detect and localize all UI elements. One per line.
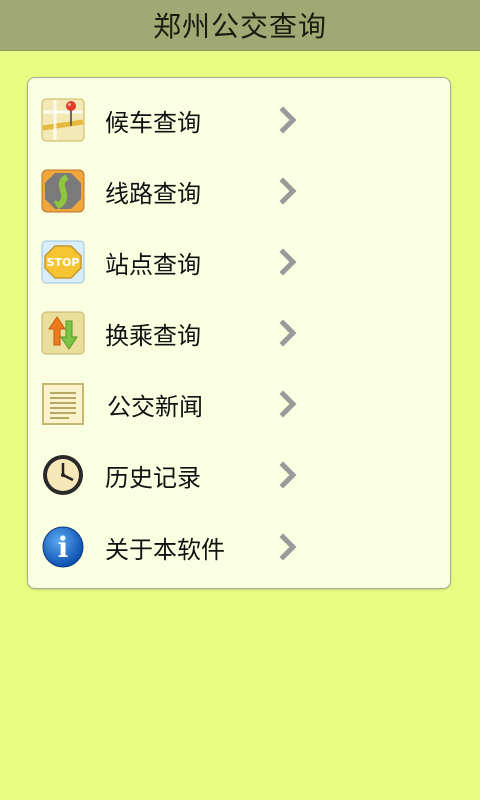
menu-item-label: 线路查询 [105, 179, 201, 208]
menu-item-label: 关于本软件 [105, 535, 225, 564]
chevron-right-icon [279, 533, 297, 561]
menu-item-label: 公交新闻 [107, 392, 203, 421]
menu-item-route-query[interactable]: 线路查询 [28, 161, 450, 221]
menu-item-history[interactable]: 历史记录 [28, 445, 450, 505]
chevron-right-icon [279, 106, 297, 134]
menu-item-wait-query[interactable]: 候车查询 [28, 90, 450, 150]
main-menu: 候车查询 线路查询 STOP 站点查询 换乘查询 公交新闻 历史记录 i 关于本… [27, 77, 451, 589]
chevron-right-icon [279, 390, 297, 418]
menu-item-label: 历史记录 [105, 463, 201, 492]
app-title: 郑州公交查询 [152, 10, 327, 43]
menu-item-label: 站点查询 [105, 250, 201, 279]
menu-item-bus-news[interactable]: 公交新闻 [28, 374, 450, 434]
svg-text:i: i [58, 531, 69, 564]
stop-sign-icon: STOP [41, 240, 85, 284]
chevron-right-icon [279, 319, 297, 347]
menu-item-station-query[interactable]: STOP 站点查询 [28, 232, 450, 292]
menu-item-label: 换乘查询 [105, 321, 201, 350]
menu-item-transfer-query[interactable]: 换乘查询 [28, 303, 450, 363]
chevron-right-icon [279, 177, 297, 205]
transfer-arrows-icon [41, 311, 85, 355]
menu-item-label: 候车查询 [105, 108, 201, 137]
route-icon [41, 169, 85, 213]
map-pin-icon [41, 98, 85, 142]
info-icon: i [42, 526, 84, 568]
chevron-right-icon [279, 461, 297, 489]
svg-text:STOP: STOP [47, 256, 80, 269]
chevron-right-icon [279, 248, 297, 276]
menu-item-about[interactable]: i 关于本软件 [28, 517, 450, 577]
title-bar: 郑州公交查询 [0, 0, 480, 50]
news-icon [42, 383, 84, 425]
clock-icon [43, 455, 83, 495]
